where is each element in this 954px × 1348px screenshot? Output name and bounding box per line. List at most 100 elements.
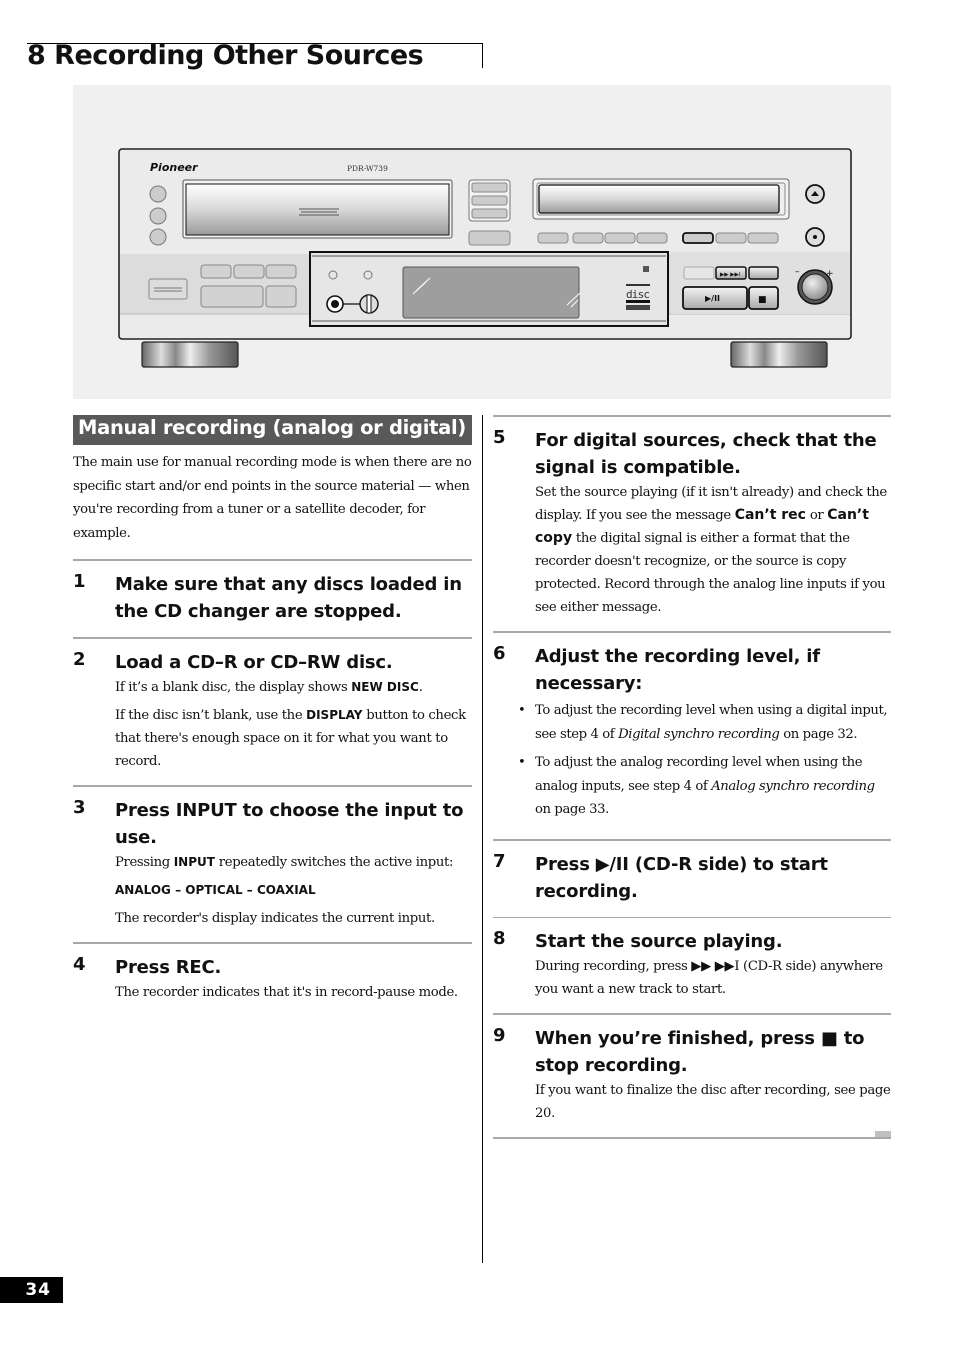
page-title: 8 Recording Other Sources <box>27 40 424 71</box>
column-divider <box>482 415 483 1263</box>
step-title: Press INPUT to choose the input to use. <box>115 800 464 848</box>
display-window <box>402 266 580 319</box>
header-rule-tick <box>482 43 483 68</box>
page-reference: Analog synchro recording <box>711 778 875 794</box>
compact-disc-logo: disc <box>626 284 650 310</box>
tray-button-1[interactable] <box>471 182 508 193</box>
device-illustration: Pioneer PDR-W739 disc ▶▶ ▶▶I ▶/II ■ – + <box>73 85 891 399</box>
display-message-keyword: NEW DISC <box>351 680 419 694</box>
step-body: The recorder's display indicates the cur… <box>115 911 435 926</box>
step-title: When you’re finished, press ■ to stop re… <box>535 1027 865 1076</box>
svg-text:■: ■ <box>758 295 767 305</box>
step-2: 2 Load a CD–R or CD–RW disc. If it’s a b… <box>73 639 472 785</box>
tray-button-2[interactable] <box>471 195 508 206</box>
skip-button[interactable]: ▶▶ ▶▶I <box>715 266 747 280</box>
brand-logo: Pioneer <box>150 161 198 174</box>
step-number: 1 <box>73 571 86 592</box>
section-heading: Manual recording (analog or digital) <box>73 415 472 445</box>
button-keyword: DISPLAY <box>306 708 363 722</box>
transport-button-3[interactable] <box>748 266 779 280</box>
text: repeatedly switches the active input: <box>214 855 454 870</box>
step-3: 3 Press INPUT to choose the input to use… <box>73 787 472 942</box>
function-button-1[interactable] <box>537 232 569 244</box>
step-number: 3 <box>73 797 86 818</box>
bullet-list: • To adjust the recording level when usin… <box>518 699 891 822</box>
right-column: 5 For digital sources, check that the si… <box>493 415 891 1139</box>
text: the digital signal is either a format th… <box>535 531 886 615</box>
step-title: Load a CD–R or CD–RW disc. <box>115 652 393 673</box>
svg-text:–: – <box>795 267 800 277</box>
step-1: 1 Make sure that any discs loaded in the… <box>73 561 472 637</box>
headphone-jack[interactable] <box>326 295 344 313</box>
text: Pressing <box>115 855 174 870</box>
stop-button[interactable]: ■ <box>748 286 779 310</box>
record-indicator-button[interactable] <box>805 227 825 247</box>
step-number: 7 <box>493 850 506 872</box>
rec-button[interactable] <box>682 232 714 244</box>
disc-slot-button[interactable] <box>148 278 188 300</box>
input-sequence: ANALOG – OPTICAL – COAXIAL <box>115 883 316 897</box>
function-button-4[interactable] <box>636 232 668 244</box>
button-keyword: INPUT <box>173 855 215 869</box>
step-body: If you want to finalize the disc after r… <box>535 1082 891 1121</box>
bullet-icon: • <box>518 755 526 770</box>
page-reference: Digital synchro recording <box>618 726 780 742</box>
section-end-marker <box>875 1130 891 1137</box>
step-number: 8 <box>493 927 506 949</box>
function-button-3[interactable] <box>604 232 636 244</box>
step-body: If it’s a blank disc, the display shows … <box>115 676 472 699</box>
step-title: Start the source playing. <box>535 930 783 952</box>
svg-text:disc: disc <box>626 288 650 301</box>
svg-text:▶/II: ▶/II <box>705 294 720 303</box>
step-body: Set the source playing (if it isn't alre… <box>535 481 891 619</box>
bullet-item: • To adjust the recording level when usin… <box>518 699 891 746</box>
text: If the disc isn’t blank, use the <box>115 708 307 723</box>
model-label: PDR-W739 <box>347 164 388 173</box>
changer-button-1[interactable] <box>149 185 167 203</box>
step-title: Make sure that any discs loaded in the C… <box>115 574 462 622</box>
text: If it’s a blank disc, the display shows <box>115 680 352 695</box>
bullet-icon: • <box>518 703 526 718</box>
step-body: Pressing INPUT repeatedly switches the a… <box>115 851 472 874</box>
step-8: 8 Start the source playing. During recor… <box>493 918 891 1013</box>
step-7: 7 Press ▶/II (CD-R side) to start record… <box>493 841 891 917</box>
left-column: Manual recording (analog or digital) The… <box>73 415 472 1016</box>
text: or <box>805 508 828 523</box>
svg-text:▶▶ ▶▶I: ▶▶ ▶▶I <box>720 272 741 278</box>
tray-button-3[interactable] <box>471 208 508 219</box>
function-button-2[interactable] <box>572 232 604 244</box>
function-button-6[interactable] <box>715 232 747 244</box>
page-number: 34 <box>0 1277 63 1303</box>
step-5: 5 For digital sources, check that the si… <box>493 417 891 631</box>
step-title: Press REC. <box>115 957 222 978</box>
step-6: 6 Adjust the recording level, if necessa… <box>493 633 891 839</box>
left-foot <box>141 341 239 368</box>
text: on page 32. <box>779 726 858 742</box>
step-number: 2 <box>73 649 86 670</box>
step-title: Adjust the recording level, if necessary… <box>535 646 820 694</box>
step-body: The recorder indicates that it's in reco… <box>115 985 458 1000</box>
changer-button-2[interactable] <box>149 207 167 225</box>
section-intro: The main use for manual recording mode i… <box>73 455 472 541</box>
step-number: 5 <box>493 427 506 448</box>
eject-button[interactable] <box>805 184 825 204</box>
function-button-7[interactable] <box>747 232 779 244</box>
text: . <box>418 680 423 695</box>
tray-button-4[interactable] <box>468 230 511 246</box>
right-foot <box>730 341 828 368</box>
display-message-keyword: Can’t rec <box>734 507 806 523</box>
step-number: 9 <box>493 1024 506 1046</box>
step-number: 4 <box>73 954 86 975</box>
step-9: 9 When you’re finished, press ■ to stop … <box>493 1015 891 1137</box>
bullet-item: • To adjust the analog recording level wh… <box>518 751 891 822</box>
step-4: 4 Press REC. The recorder indicates that… <box>73 944 472 1016</box>
changer-button-3[interactable] <box>149 228 167 246</box>
step-title: Press ▶/II (CD-R side) to start recordin… <box>535 853 828 902</box>
step-title: For digital sources, check that the sign… <box>535 430 877 478</box>
phones-level-knob[interactable] <box>359 294 379 314</box>
step-number: 6 <box>493 643 506 664</box>
divider <box>493 1130 891 1139</box>
play-pause-button[interactable]: ▶/II <box>682 286 748 310</box>
step-body: During recording, press ▶▶ ▶▶I (CD-R sid… <box>535 958 883 997</box>
text: on page 33. <box>535 802 609 817</box>
